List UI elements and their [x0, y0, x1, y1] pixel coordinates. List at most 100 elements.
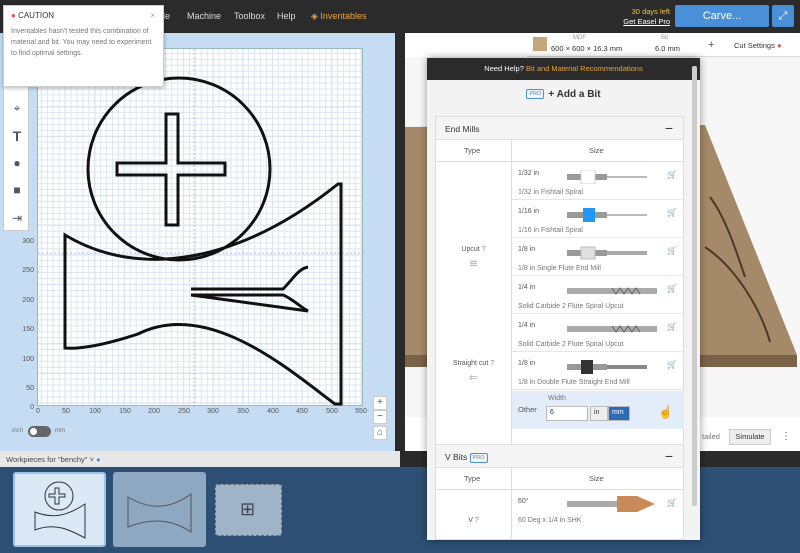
unit-mm-button[interactable]: mm — [608, 406, 630, 421]
unit-inch-label: inch — [12, 428, 24, 434]
carve-button[interactable]: Carve... — [675, 5, 769, 27]
bit-panel: Need Help? Bit and Material Recommendati… — [427, 58, 700, 540]
width-input[interactable]: 6 — [546, 406, 588, 421]
get-pro-link[interactable]: Get Easel Pro — [612, 17, 670, 27]
cart-icon[interactable]: 🛒 — [667, 208, 677, 217]
size-header: Size — [589, 146, 604, 155]
other-bit-row[interactable]: Other Width 6 in mm ☝ — [512, 391, 684, 429]
unit-toggle[interactable] — [28, 426, 51, 437]
import-icon[interactable]: ⇥ — [4, 205, 30, 231]
menu-toolbox[interactable]: Toolbox — [234, 11, 265, 21]
inventables-label: Inventables — [320, 11, 367, 21]
y-tick: 300 — [22, 238, 34, 245]
bit-image — [567, 246, 647, 260]
home-icon[interactable]: ⌂ — [373, 426, 387, 440]
add-bit-label: + Add a Bit — [548, 89, 601, 100]
hand-cursor-icon: ☝ — [658, 405, 673, 419]
target-icon[interactable]: ⌖ — [4, 95, 30, 121]
bit-size: 1/32 in — [518, 170, 540, 177]
bit-size: 1/16 in — [518, 208, 540, 215]
x-tick: 400 — [267, 408, 279, 415]
cart-icon[interactable]: 🛒 — [667, 360, 677, 369]
apple-icon[interactable]: ● — [4, 150, 30, 176]
bit-row[interactable]: 1/8 in 1/8 in Double Flute Straight End … — [512, 352, 684, 390]
add-bit-plus-button[interactable]: + — [708, 39, 714, 51]
cart-icon[interactable]: 🛒 — [667, 498, 677, 507]
bit-label: Bit — [661, 35, 669, 41]
x-tick: 50 — [62, 408, 70, 415]
bit-name: 1/8 in Single Flute End Mill — [518, 265, 601, 272]
bit-size: 1/8 in — [518, 246, 536, 253]
workpieces-label: Workpieces for "benchy" — [6, 455, 88, 464]
bit-name: 1/32 in Fishtail Spiral — [518, 189, 583, 196]
menu-help[interactable]: Help — [277, 11, 296, 21]
width-label: Width — [548, 395, 566, 402]
scrollbar[interactable] — [692, 66, 697, 506]
box-icon[interactable]: ■ — [4, 177, 30, 203]
collapse-icon[interactable]: − — [665, 448, 673, 464]
add-bit-button[interactable]: PRO + Add a Bit — [427, 80, 700, 110]
cart-icon[interactable]: 🛒 — [667, 246, 677, 255]
close-icon[interactable]: × — [150, 11, 155, 20]
cart-icon[interactable]: 🛒 — [667, 170, 677, 179]
zoom-in-button[interactable]: + — [373, 396, 387, 410]
caution-popup: ● CAUTION × Inventables hasn't tested thi… — [3, 5, 164, 87]
help-icon[interactable]: ? — [482, 246, 486, 253]
cart-icon[interactable]: 🛒 — [667, 322, 677, 331]
bit-value[interactable]: 6.0 mm — [655, 44, 680, 53]
bit-row[interactable]: 1/16 in 1/16 in Fishtail Spiral 🛒 — [512, 200, 684, 238]
end-mills-header[interactable]: End Mills − — [436, 117, 683, 140]
bit-image — [567, 287, 657, 295]
fullscreen-icon[interactable]: ⤢ — [772, 5, 794, 27]
more-options-icon[interactable]: ⋮ — [781, 431, 791, 442]
help-icon[interactable]: ● — [96, 455, 101, 464]
text-icon[interactable]: T — [4, 123, 30, 149]
simulate-button[interactable]: Simulate — [729, 429, 771, 445]
recommendations-link[interactable]: Bit and Material Recommendations — [526, 64, 643, 73]
plus-icon: ⊞ — [240, 499, 256, 519]
chevron-down-icon[interactable]: ˅ — [90, 455, 94, 464]
plus-shape — [115, 112, 227, 227]
bit-image — [567, 208, 647, 222]
x-tick: 100 — [89, 408, 101, 415]
v-label: V — [468, 517, 473, 524]
bit-row[interactable]: 60° 60 Deg x 1/4 in SHK 🛒 — [512, 490, 684, 528]
bit-name: 1/16 in Fishtail Spiral — [518, 227, 583, 234]
v-bits-header[interactable]: V Bits PRO − — [436, 445, 683, 468]
zoom-out-button[interactable]: − — [373, 410, 387, 424]
help-icon[interactable]: ? — [475, 517, 479, 524]
column-headers: Type Size — [436, 468, 683, 490]
bit-row[interactable]: 1/4 in Solid Carbide 2 Flute Spiral Upcu… — [512, 276, 684, 314]
material-dims[interactable]: 600 × 600 × 16.3 mm — [551, 44, 622, 53]
caution-body: Inventables hasn't tested this combinati… — [11, 28, 152, 57]
straight-type: Straight cut ? ⇐ — [436, 360, 511, 384]
y-tick: 150 — [22, 326, 34, 333]
unit-in-button[interactable]: in — [590, 406, 608, 421]
trial-days: 30 days left — [631, 7, 670, 16]
y-tick: 0 — [30, 404, 34, 411]
design-canvas[interactable] — [37, 48, 364, 407]
bit-row[interactable]: 1/4 in Solid Carbide 2 Flute Spiral Upcu… — [512, 314, 684, 352]
y-tick: 50 — [26, 385, 34, 392]
bit-row[interactable]: 1/32 in 1/32 in Fishtail Spiral 🛒 — [512, 162, 684, 200]
add-workpiece-button[interactable]: ⊞ — [215, 484, 282, 536]
straight-icon: ⇐ — [468, 372, 479, 384]
workpiece-thumb-1[interactable] — [13, 472, 106, 547]
help-icon[interactable]: ? — [490, 360, 494, 367]
type-header: Type — [464, 474, 481, 483]
type-header: Type — [464, 146, 481, 155]
menu-inventables[interactable]: ◈ Inventables — [311, 11, 366, 22]
x-tick: 500 — [326, 408, 338, 415]
bit-row[interactable]: 1/8 in 1/8 in Single Flute End Mill 🛒 — [512, 238, 684, 276]
unit-mm-label: mm — [55, 428, 65, 434]
x-tick: 250 — [178, 408, 190, 415]
x-tick: 300 — [207, 408, 219, 415]
material-swatch[interactable] — [533, 37, 547, 51]
bit-size: 1/4 in — [518, 322, 536, 329]
cart-icon[interactable]: 🛒 — [667, 284, 677, 293]
cut-settings-button[interactable]: Cut Settings ● — [734, 41, 781, 50]
end-mills-title: End Mills — [445, 124, 480, 134]
workpiece-thumb-2[interactable] — [113, 472, 206, 547]
collapse-icon[interactable]: − — [665, 120, 673, 136]
menu-machine[interactable]: Machine — [187, 11, 221, 21]
